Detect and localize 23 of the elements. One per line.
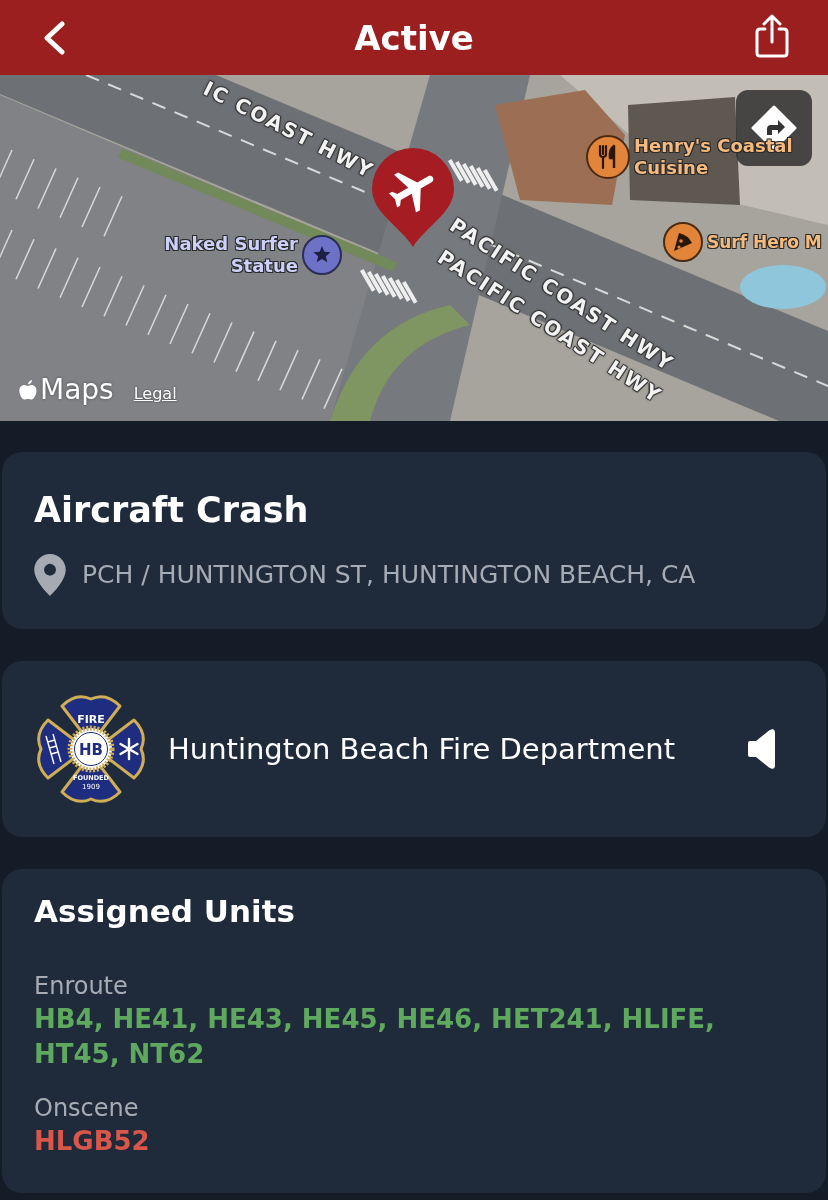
agency-name: Huntington Beach Fire Department [168, 731, 676, 767]
place-label[interactable]: Naked Surfer Statue [148, 233, 298, 277]
chevron-left-icon [42, 20, 66, 55]
unit-status-label: Enroute [34, 971, 128, 1002]
fork-knife-icon [586, 135, 630, 179]
maps-logo-text: Maps [40, 373, 114, 407]
speaker-icon[interactable] [748, 728, 776, 770]
share-icon [753, 12, 791, 59]
legal-link[interactable]: Legal [133, 383, 177, 403]
unit-list: HB4, HE41, HE43, HE45, HE46, HET241, HLIFE, HT45, NT62 [34, 1002, 770, 1072]
crosswalk [360, 269, 418, 304]
incident-type: Aircraft Crash [34, 489, 310, 531]
crosswalk [448, 159, 499, 192]
unit-list: HLGB52 [34, 1124, 150, 1159]
pizza-slice-icon [663, 222, 703, 262]
incident-address: PCH / HUNTINGTON ST, HUNTINGTON BEACH, CA [82, 559, 696, 591]
map-pin-icon [34, 554, 66, 596]
logo-fire-text: FIRE [77, 713, 105, 726]
unit-status-label: Onscene [34, 1093, 139, 1124]
apple-logo-icon [18, 378, 38, 402]
screen-title: Active [353, 16, 475, 60]
logo-monogram: HB [79, 740, 103, 759]
section-title: Assigned Units [34, 892, 296, 931]
